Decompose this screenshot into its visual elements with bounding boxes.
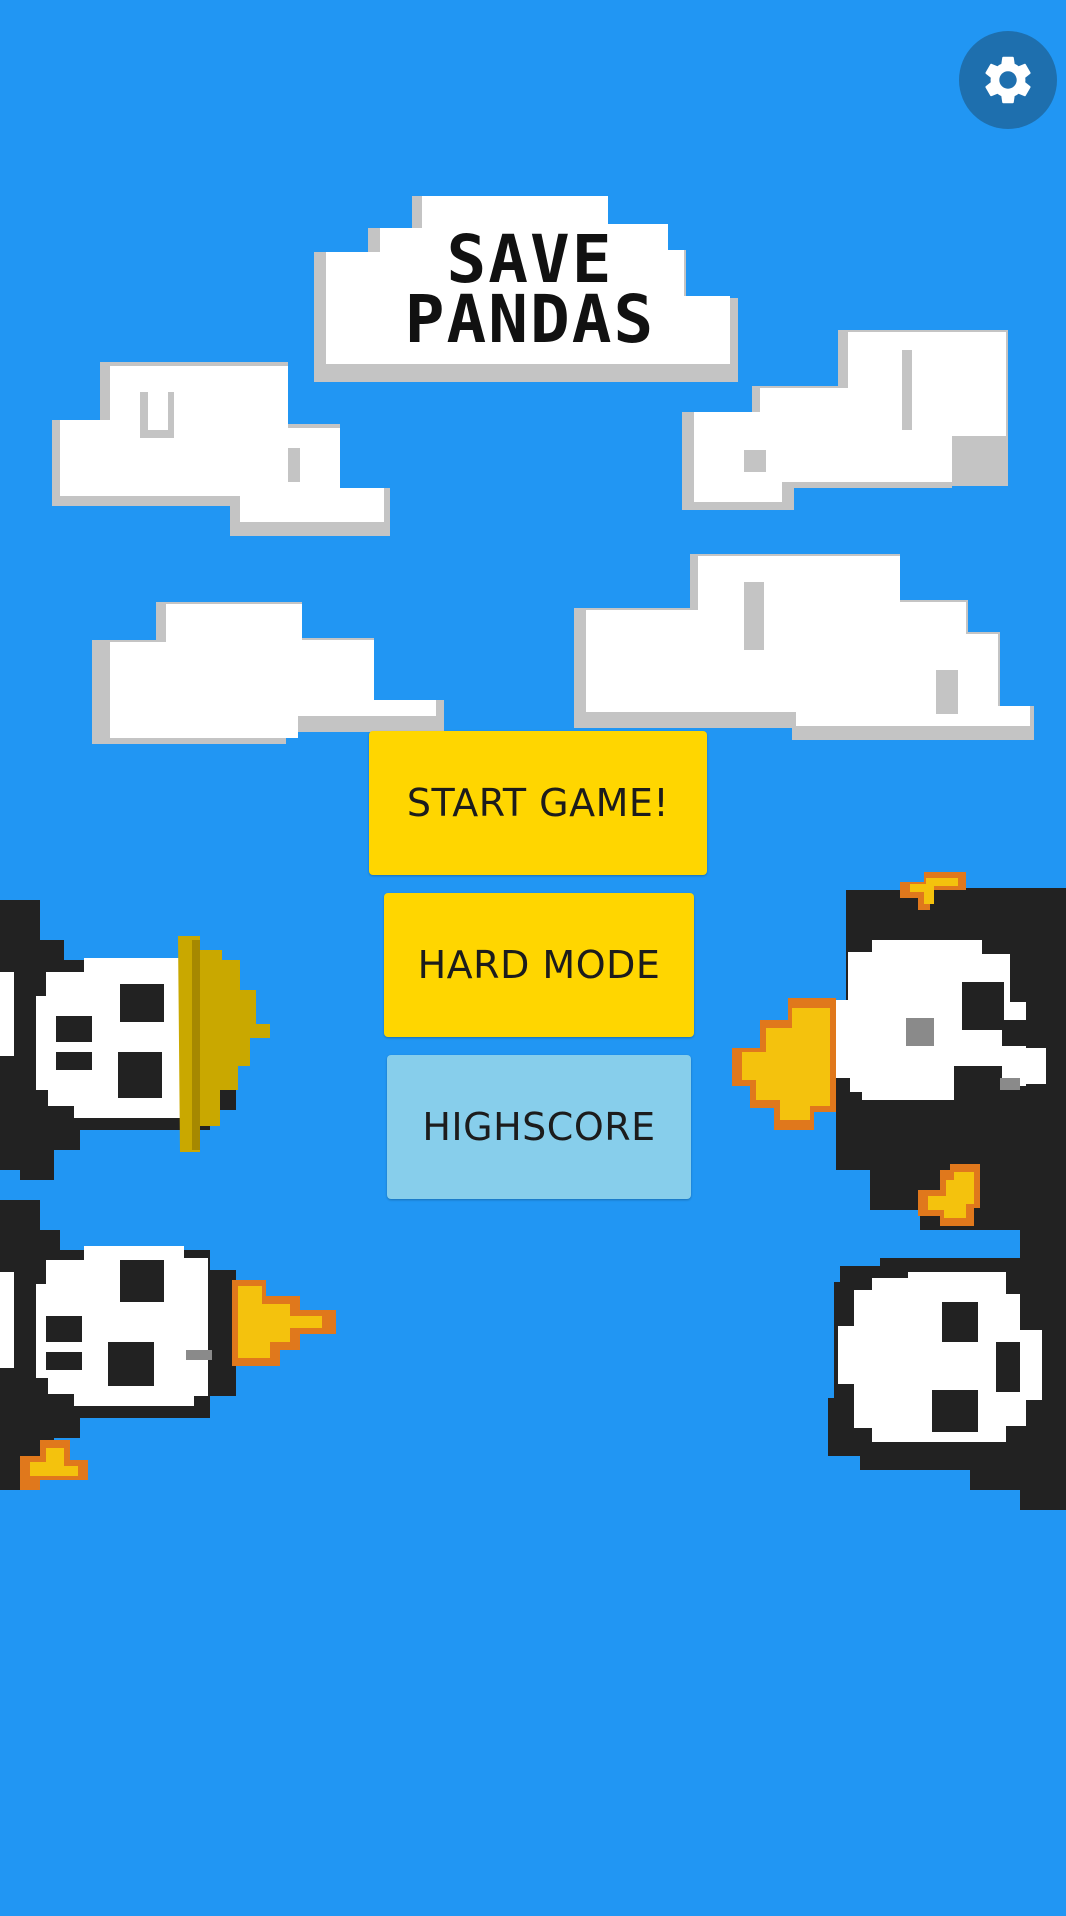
panda-helmet-left — [0, 900, 270, 1180]
panda-right-bottom — [828, 1230, 1066, 1510]
hard-mode-button[interactable]: HARD MODE — [384, 893, 694, 1037]
panda-rocket-right — [732, 872, 1066, 1230]
gear-icon — [985, 56, 1031, 104]
settings-button[interactable] — [959, 31, 1057, 129]
highscore-label: HIGHSCORE — [422, 1105, 656, 1149]
start-game-label: START GAME! — [406, 781, 670, 825]
hard-mode-label: HARD MODE — [417, 943, 661, 987]
panda-rocket-left — [0, 1200, 336, 1490]
highscore-button[interactable]: HIGHSCORE — [387, 1055, 691, 1199]
start-game-button[interactable]: START GAME! — [369, 731, 707, 875]
